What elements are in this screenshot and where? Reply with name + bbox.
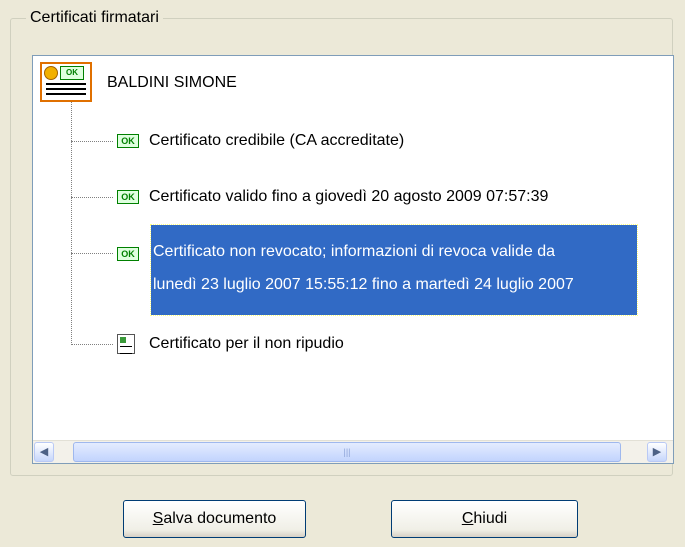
grip-icon: |||: [343, 447, 351, 457]
scroll-left-button[interactable]: ◀: [34, 442, 54, 462]
save-document-button[interactable]: Salva documento: [123, 500, 306, 538]
tree-item-non-repudiation[interactable]: Certificato per il non ripudio: [115, 332, 344, 356]
ok-badge-icon: OK: [60, 66, 84, 80]
tree-connector: [71, 253, 113, 254]
tree-node-signer[interactable]: BALDINI SIMONE: [107, 74, 237, 92]
tree-connector: [71, 141, 113, 142]
tree-connector: [71, 344, 113, 345]
signer-certificate-icon: OK: [40, 62, 92, 102]
close-button[interactable]: Chiudi: [391, 500, 578, 538]
ok-check-icon: OK: [117, 247, 139, 261]
scrollbar-thumb[interactable]: |||: [73, 442, 621, 462]
document-icon: [117, 334, 135, 354]
scroll-right-button[interactable]: ▶: [647, 442, 667, 462]
tree-item-label-line1: Certificato non revocato; informazioni d…: [153, 243, 555, 260]
tree-item-trusted[interactable]: OK Certificato credibile (CA accreditate…: [117, 130, 404, 152]
seal-icon: [44, 66, 58, 80]
tree-item-label: Certificato valido fino a giovedì 20 ago…: [149, 188, 549, 205]
horizontal-scrollbar[interactable]: ◀ ||| ▶: [33, 440, 673, 463]
certificate-tree[interactable]: OK BALDINI SIMONE OK Certificato credibi…: [32, 55, 674, 464]
ok-check-icon: OK: [117, 190, 139, 204]
tree-connector: [71, 197, 113, 198]
arrow-left-icon: ◀: [39, 446, 49, 458]
tree-item-label: Certificato per il non ripudio: [149, 335, 344, 352]
ok-check-icon: OK: [117, 134, 139, 148]
tree-item-label-line2: lunedì 23 luglio 2007 15:55:12 fino a ma…: [153, 276, 574, 293]
tree-connector-vertical: [71, 102, 72, 345]
tree-item-label: Certificato credibile (CA accreditate): [149, 132, 405, 149]
tree-item-revocation[interactable]: Certificato non revocato; informazioni d…: [150, 224, 638, 316]
tree-item-validity[interactable]: OK Certificato valido fino a giovedì 20 …: [117, 186, 548, 208]
arrow-right-icon: ▶: [652, 446, 662, 458]
tree-item-revocation-icon-holder: OK: [117, 244, 149, 264]
groupbox-title: Certificati firmatari: [26, 8, 163, 28]
